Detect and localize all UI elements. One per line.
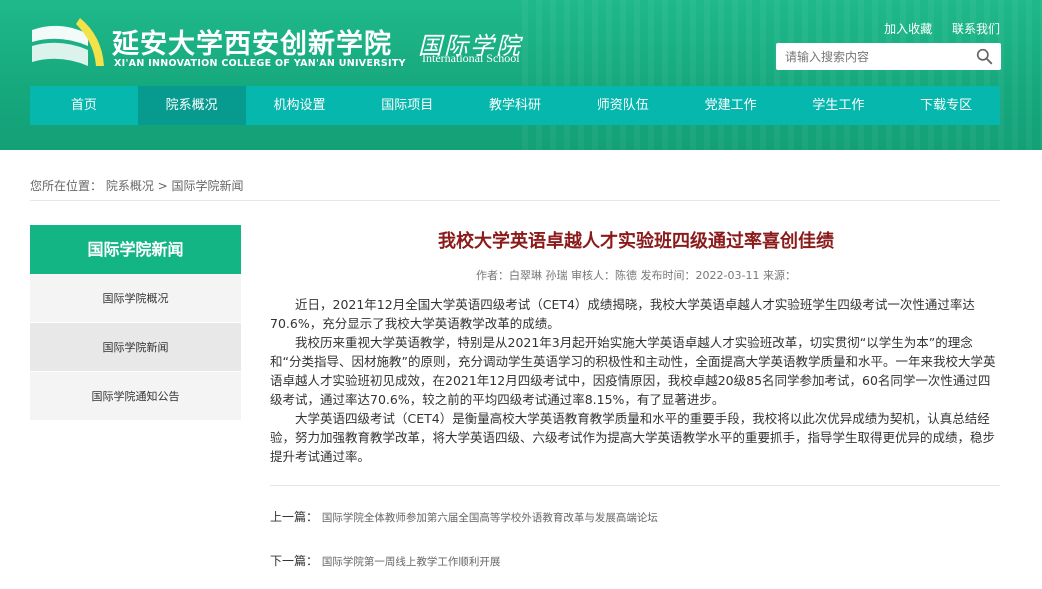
article-paragraph: 大学英语四级考试（CET4）是衡量高校大学英语教育教学质量和水平的重要手段，我校…	[270, 411, 996, 464]
breadcrumb: 您所在位置： 院系概况 > 国际学院新闻	[30, 177, 244, 194]
sidebar-item-notices[interactable]: 国际学院通知公告	[30, 372, 241, 421]
sidebar-item-overview[interactable]: 国际学院概况	[30, 274, 241, 323]
sidebar-title: 国际学院新闻	[30, 225, 241, 274]
prev-label: 上一篇：	[270, 510, 319, 524]
prev-next-links: 上一篇： 国际学院全体教师参加第六届全国高等学校外语教育改革与发展高端论坛 下一…	[270, 507, 1002, 571]
nav-downloads[interactable]: 下载专区	[892, 86, 1000, 125]
prev-article-link[interactable]: 国际学院全体教师参加第六届全国高等学校外语教育改革与发展高端论坛	[322, 512, 658, 524]
nav-party-building[interactable]: 党建工作	[677, 86, 785, 125]
breadcrumb-prefix: 您所在位置：	[30, 179, 103, 193]
school-name-cn: 延安大学西安创新学院	[112, 29, 392, 60]
department-name-en: International School	[422, 51, 520, 65]
breadcrumb-path[interactable]: 院系概况 > 国际学院新闻	[106, 179, 244, 193]
nav-home[interactable]: 首页	[30, 86, 138, 125]
article-title: 我校大学英语卓越人才实验班四级通过率喜创佳绩	[438, 231, 834, 252]
nav-faculty[interactable]: 师资队伍	[569, 86, 677, 125]
search-input[interactable]	[776, 43, 966, 70]
next-article-link[interactable]: 国际学院第一周线上教学工作顺利开展	[322, 556, 501, 568]
next-label: 下一篇：	[270, 554, 319, 568]
contact-us-link[interactable]: 联系我们	[952, 22, 1000, 36]
next-article: 下一篇： 国际学院第一周线上教学工作顺利开展	[270, 551, 1002, 571]
article-paragraph: 近日，2021年12月全国大学英语四级考试（CET4）成绩揭晓，我校大学英语卓越…	[270, 297, 975, 331]
top-links: 加入收藏 联系我们	[868, 20, 1000, 37]
school-name-en: XI'AN INNOVATION COLLEGE OF YAN'AN UNIVE…	[114, 58, 406, 69]
article-body: 近日，2021年12月全国大学英语四级考试（CET4）成绩揭晓，我校大学英语卓越…	[270, 295, 1002, 466]
search-icon[interactable]	[976, 48, 993, 65]
add-favorite-link[interactable]: 加入收藏	[884, 22, 932, 36]
header-banner: 延安大学西安创新学院 XI'AN INNOVATION COLLEGE OF Y…	[0, 0, 1042, 150]
main-nav: 首页 院系概况 机构设置 国际项目 教学科研 师资队伍 党建工作 学生工作 下载…	[30, 86, 1000, 125]
nav-international-projects[interactable]: 国际项目	[353, 86, 461, 125]
divider	[30, 200, 1000, 201]
article-meta: 作者：白翠琳 孙瑞 审核人：陈德 发布时间：2022-03-11 来源：	[476, 269, 796, 282]
sidebar: 国际学院新闻 国际学院概况 国际学院新闻 国际学院通知公告	[30, 225, 241, 421]
prev-article: 上一篇： 国际学院全体教师参加第六届全国高等学校外语教育改革与发展高端论坛	[270, 507, 1002, 527]
nav-teaching-research[interactable]: 教学科研	[461, 86, 569, 125]
sidebar-item-news[interactable]: 国际学院新闻	[30, 323, 241, 372]
divider	[270, 485, 1000, 486]
article-paragraph: 我校历来重视大学英语教学，特别是从2021年3月起开始实施大学英语卓越人才实验班…	[270, 335, 996, 407]
nav-departments[interactable]: 院系概况	[137, 86, 246, 125]
search-box	[776, 43, 1001, 70]
nav-student-affairs[interactable]: 学生工作	[784, 86, 892, 125]
nav-organization[interactable]: 机构设置	[246, 86, 354, 125]
article: 我校大学英语卓越人才实验班四级通过率喜创佳绩 作者：白翠琳 孙瑞 审核人：陈德 …	[270, 225, 1002, 571]
university-logo-icon[interactable]	[30, 16, 110, 70]
